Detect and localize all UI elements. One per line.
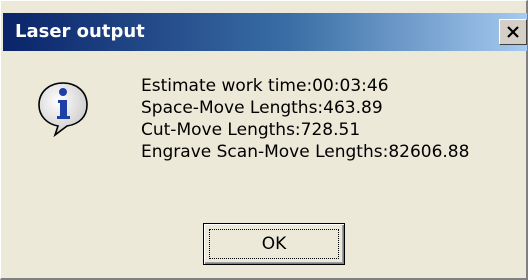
work-time-line: Estimate work time:00:03:46 (141, 76, 389, 96)
close-button[interactable] (499, 19, 527, 45)
ok-button[interactable]: OK (203, 223, 345, 265)
space-move-line: Space-Move Lengths:463.89 (141, 98, 383, 118)
dialog-title: Laser output (15, 21, 145, 42)
close-icon (507, 26, 519, 38)
title-bar[interactable]: Laser output (3, 13, 527, 51)
info-icon (38, 82, 88, 137)
cut-move-line: Cut-Move Lengths:728.51 (141, 120, 361, 140)
ok-button-label: OK (261, 234, 287, 254)
laser-output-dialog: Laser output Estimate work time:00:03:46… (0, 0, 528, 280)
engrave-scan-line: Engrave Scan-Move Lengths:82606.88 (141, 142, 470, 162)
message-text: Estimate work time:00:03:46 Space-Move L… (141, 75, 469, 163)
